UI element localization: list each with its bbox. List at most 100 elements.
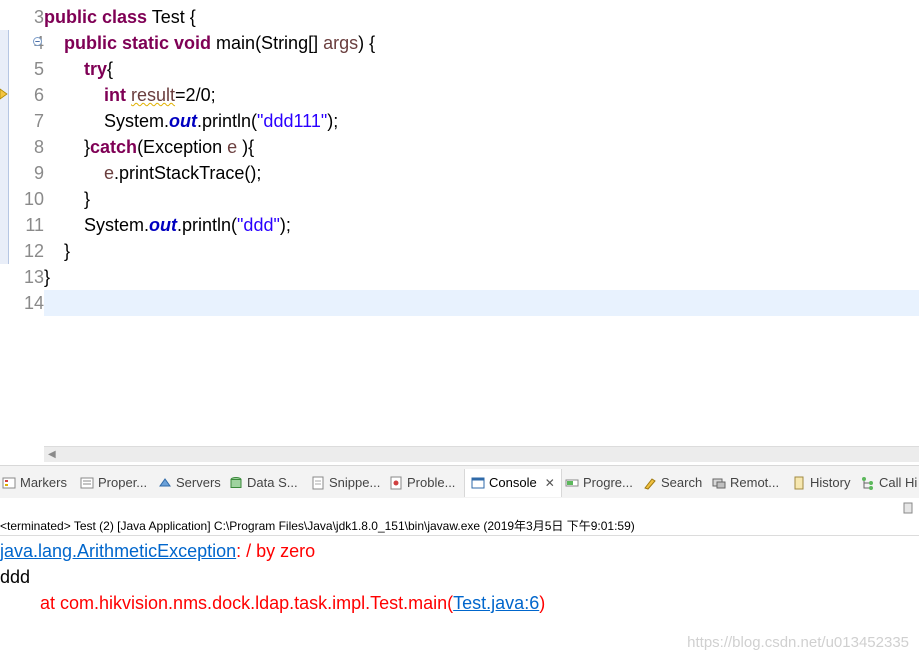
keyword: int [104,85,127,105]
code-editor[interactable]: 3 4 5 6 7 8 9 10 11 12 13 14 public clas… [0,0,919,462]
tab-call-hierarchy[interactable]: Call Hi [861,472,917,494]
exception-class-link[interactable]: java.lang.ArithmeticException [0,541,236,561]
code-text: .println( [177,215,238,235]
problems-icon [390,476,402,490]
line-number: 8 [33,137,44,157]
code-text: .println( [197,111,258,131]
tab-label: Console [489,475,537,490]
servers-icon [159,478,171,487]
code-text: .printStackTrace(); [114,163,262,183]
tab-progress[interactable]: Progre... [565,472,633,494]
tab-properties[interactable]: Proper... [80,472,147,494]
keyword: try [84,59,108,79]
tab-label: Call Hi [879,475,918,490]
code-text: ); [327,111,339,131]
code-text: System. [84,215,150,235]
local-variable: e [104,163,115,183]
view-tab-bar: Markers Proper... Servers Data S... Snip… [0,465,919,499]
string-literal: "ddd111" [257,111,328,131]
code-text: Test { [147,7,196,27]
scroll-left-icon[interactable]: ◀ [48,447,56,462]
document-icon[interactable] [903,502,913,514]
tab-remote[interactable]: Remot... [712,472,779,494]
tab-markers[interactable]: Markers [2,472,67,494]
code-line[interactable]: System.out.println("ddd111"); [44,108,338,134]
line-number: 6 [33,85,44,105]
close-icon[interactable]: ✕ [545,469,555,497]
keyword: public static void [64,33,212,53]
console-icon [471,477,485,489]
console-stack-trace-line: at com.hikvision.nms.dock.ldap.task.impl… [0,590,545,616]
tab-data-source[interactable]: Data S... [229,472,298,494]
tab-search[interactable]: Search [643,472,702,494]
tab-label: Search [661,475,703,490]
tab-label: History [810,475,851,490]
string-literal: "ddd" [237,215,280,235]
code-text: System. [104,111,170,131]
tab-servers[interactable]: Servers [158,472,221,494]
tab-label: Snippe... [329,475,381,490]
warning-variable[interactable]: result [131,85,175,105]
code-line[interactable]: System.out.println("ddd"); [44,212,291,238]
code-line[interactable]: int result=2/0; [44,82,216,108]
tab-problems[interactable]: Proble... [389,472,455,494]
tab-label: Remot... [730,475,780,490]
tab-label: Servers [176,475,221,490]
warning-icon[interactable] [0,88,8,100]
snippets-icon [312,476,324,490]
markers-icon [2,477,16,489]
code-line[interactable]: } [44,186,90,212]
stack-frame-text: ) [539,593,546,613]
code-line[interactable]: public class Test { [44,4,196,30]
change-marker [0,30,9,264]
code-text: } [64,241,71,261]
static-field: out [149,215,178,235]
tab-label: Proble... [407,475,456,490]
code-text: (Exception [137,137,228,157]
code-area[interactable]: public class Test { public static void m… [44,0,919,446]
code-text: ) { [358,33,376,53]
keyword: public class [44,7,148,27]
code-text: =2/0; [175,85,216,105]
tab-label: Proper... [98,475,148,490]
console-stderr-line: java.lang.ArithmeticException: / by zero [0,538,315,564]
progress-icon [565,479,579,487]
tab-snippets[interactable]: Snippe... [311,472,380,494]
history-icon [794,476,804,490]
source-location-link[interactable]: Test.java:6 [453,593,539,613]
code-text: ){ [237,137,255,157]
tab-history[interactable]: History [792,472,850,494]
code-line[interactable]: e.printStackTrace(); [44,160,261,186]
collapse-icon[interactable] [33,37,42,46]
code-text: } [84,189,91,209]
code-text: } [44,267,51,287]
code-text: { [107,59,114,79]
line-number: 10 [23,189,44,209]
search-icon [644,478,656,490]
data-source-icon [230,477,242,488]
remote-systems-icon [712,478,726,489]
code-line[interactable]: }catch(Exception e ){ [44,134,254,160]
code-line[interactable]: public static void main(String[] args) { [44,30,375,56]
horizontal-scrollbar[interactable]: ◀ [44,446,919,462]
code-line[interactable]: } [44,264,50,290]
line-number: 5 [33,59,44,79]
call-hierarchy-icon [862,477,873,490]
code-text: ); [279,215,291,235]
tab-console[interactable]: Console ✕ [464,469,562,497]
tab-label: Markers [20,475,67,490]
stack-frame-text: at com.hikvision.nms.dock.ldap.task.impl… [0,593,454,613]
console-view[interactable]: <terminated> Test (2) [Java Application]… [0,498,919,661]
line-number: 3 [33,7,44,27]
code-line[interactable]: try{ [44,56,113,82]
tab-label: Progre... [583,475,633,490]
code-line[interactable]: } [44,238,70,264]
tab-label: Data S... [247,475,298,490]
line-number: 7 [33,111,44,131]
